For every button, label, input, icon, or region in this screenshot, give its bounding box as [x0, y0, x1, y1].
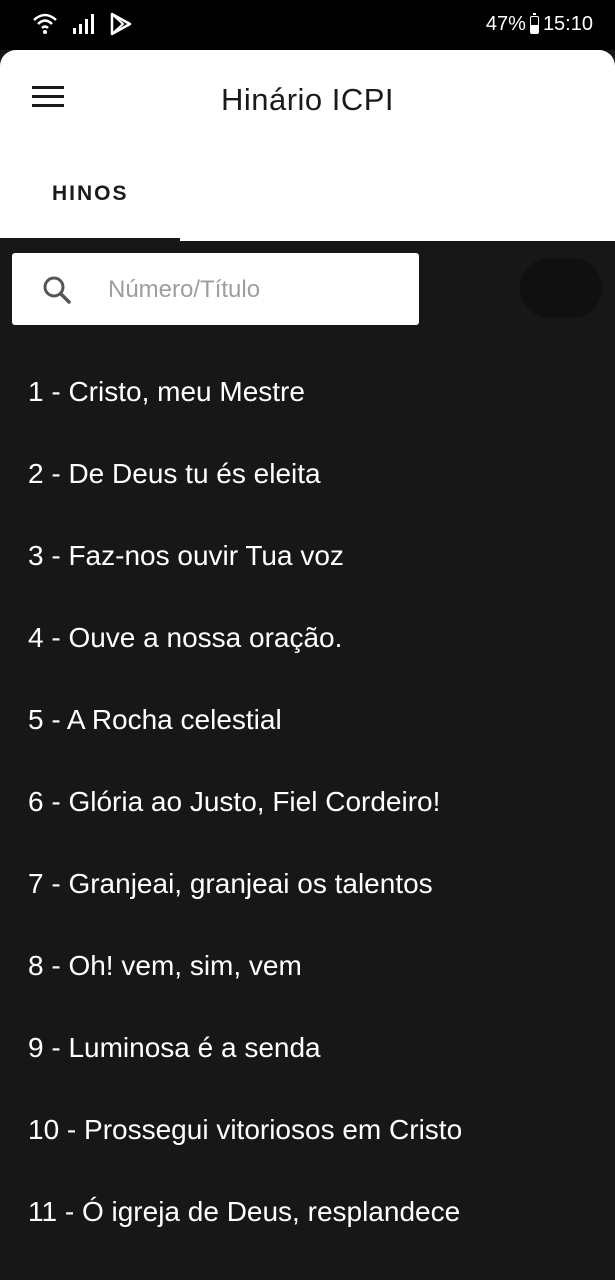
app-bar: Hinário ICPI HINOS	[0, 50, 615, 241]
list-item[interactable]: 8 - Oh! vem, sim, vem	[0, 926, 615, 1008]
list-item[interactable]: 7 - Granjeai, granjeai os talentos	[0, 844, 615, 926]
list-item[interactable]: 9 - Luminosa é a senda	[0, 1008, 615, 1090]
list-item[interactable]: 4 - Ouve a nossa oração.	[0, 598, 615, 680]
signal-icon	[72, 12, 96, 41]
app-title: Hinário ICPI	[220, 82, 395, 117]
list-item[interactable]: 5 - A Rocha celestial	[0, 680, 615, 762]
floating-button[interactable]	[520, 258, 602, 318]
battery-icon	[529, 12, 539, 34]
list-item[interactable]: 3 - Faz-nos ouvir Tua voz	[0, 516, 615, 598]
list-item[interactable]: 1 - Cristo, meu Mestre	[0, 352, 615, 434]
battery-percent: 47%	[485, 13, 526, 35]
tab-indicator	[0, 238, 180, 241]
tab-hinos[interactable]: HINOS	[0, 172, 180, 241]
status-bar: 47% 15:10	[0, 0, 615, 50]
hymn-list: 1 - Cristo, meu Mestre 2 - De Deus tu és…	[0, 352, 615, 1254]
wifi-icon	[32, 11, 58, 42]
status-icons	[32, 11, 132, 42]
search-input[interactable]	[106, 253, 410, 327]
tab-label: HINOS	[52, 182, 129, 205]
search-box[interactable]	[12, 253, 419, 327]
list-item[interactable]: 11 - Ó igreja de Deus, resplandece	[0, 1172, 615, 1254]
clock: 15:10	[542, 13, 593, 35]
app-screen: 47% 15:10 Hinário ICPI HINOS Número/Títu…	[0, 0, 615, 1280]
list-item[interactable]: 10 - Prossegui vitoriosos em Cristo	[0, 1090, 615, 1172]
status-right: 47% 15:10	[485, 12, 593, 36]
list-item[interactable]: 2 - De Deus tu és eleita	[0, 434, 615, 516]
list-item[interactable]: 6 - Glória ao Justo, Fiel Cordeiro!	[0, 762, 615, 844]
play-store-icon	[110, 12, 132, 41]
search-icon	[42, 275, 72, 310]
